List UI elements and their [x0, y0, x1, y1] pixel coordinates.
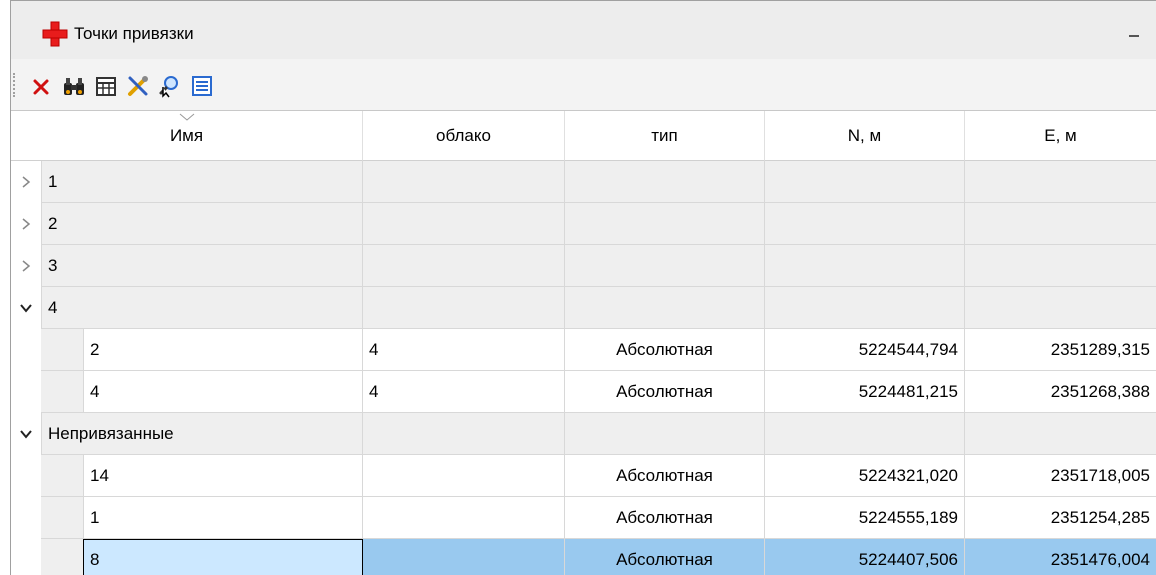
- cell-e[interactable]: 2351476,004: [965, 539, 1156, 575]
- group-cell: [965, 413, 1156, 455]
- cell-cloud[interactable]: [363, 497, 565, 539]
- group-row[interactable]: 1: [11, 161, 1156, 203]
- row-indent: [41, 455, 83, 497]
- chevron-right-icon[interactable]: [11, 203, 41, 245]
- cell-type[interactable]: Абсолютная: [565, 539, 765, 575]
- cell-name[interactable]: 14: [83, 455, 363, 497]
- group-cell: [363, 287, 565, 329]
- table-row[interactable]: 4 4 Абсолютная 5224481,215 2351268,388: [11, 371, 1156, 413]
- anchor-points-panel: Точки привязки Имя облако тип N, м E, м …: [10, 0, 1156, 575]
- panel-title: Точки привязки: [74, 24, 194, 43]
- chevron-right-icon[interactable]: [11, 161, 41, 203]
- column-header-type[interactable]: тип: [565, 111, 765, 161]
- panel-header: Точки привязки: [11, 1, 1156, 59]
- binoculars-icon[interactable]: [61, 73, 87, 99]
- column-header-e[interactable]: E, м: [965, 111, 1156, 161]
- cell-n[interactable]: 5224555,189: [765, 497, 965, 539]
- table-icon[interactable]: [93, 73, 119, 99]
- group-cell: [765, 413, 965, 455]
- group-label: Непривязанные: [41, 413, 363, 455]
- group-cell: [965, 203, 1156, 245]
- sort-indicator-icon: [179, 113, 194, 121]
- cell-name[interactable]: 4: [83, 371, 363, 413]
- group-cell: [965, 161, 1156, 203]
- cell-type[interactable]: Абсолютная: [565, 329, 765, 371]
- cell-cloud[interactable]: [363, 539, 565, 575]
- group-cell: [363, 413, 565, 455]
- list-icon[interactable]: [189, 73, 215, 99]
- toolbar: [11, 59, 1156, 111]
- cell-type[interactable]: Абсолютная: [565, 371, 765, 413]
- cell-cloud[interactable]: [363, 455, 565, 497]
- cell-n[interactable]: 5224407,506: [765, 539, 965, 575]
- group-cell: [363, 161, 565, 203]
- group-cell: [363, 245, 565, 287]
- cell-n[interactable]: 5224321,020: [765, 455, 965, 497]
- table-row[interactable]: 1 Абсолютная 5224555,189 2351254,285: [11, 497, 1156, 539]
- cell-cloud[interactable]: 4: [363, 329, 565, 371]
- group-cell: [765, 203, 965, 245]
- cell-type[interactable]: Абсолютная: [565, 497, 765, 539]
- group-cell: [363, 203, 565, 245]
- cell-e[interactable]: 2351718,005: [965, 455, 1156, 497]
- group-row[interactable]: Непривязанные: [11, 413, 1156, 455]
- group-cell: [765, 161, 965, 203]
- group-row[interactable]: 4: [11, 287, 1156, 329]
- group-label: 4: [41, 287, 363, 329]
- group-label: 3: [41, 245, 363, 287]
- cell-name[interactable]: 1: [83, 497, 363, 539]
- row-indent: [41, 371, 83, 413]
- chevron-right-icon[interactable]: [11, 245, 41, 287]
- chevron-down-icon[interactable]: [11, 413, 41, 455]
- tools-icon[interactable]: [125, 73, 151, 99]
- group-cell: [765, 245, 965, 287]
- group-cell: [565, 245, 765, 287]
- cell-e[interactable]: 2351289,315: [965, 329, 1156, 371]
- cell-e[interactable]: 2351254,285: [965, 497, 1156, 539]
- cell-type[interactable]: Абсолютная: [565, 455, 765, 497]
- cell-name[interactable]: 2: [83, 329, 363, 371]
- toolbar-grip[interactable]: [13, 73, 15, 97]
- group-cell: [565, 203, 765, 245]
- chevron-down-icon[interactable]: [11, 287, 41, 329]
- minimize-button[interactable]: [1120, 19, 1148, 47]
- zoom-to-icon[interactable]: [157, 73, 183, 99]
- column-header-name[interactable]: Имя: [11, 111, 363, 161]
- cell-n[interactable]: 5224544,794: [765, 329, 965, 371]
- row-indent: [41, 539, 83, 575]
- group-cell: [565, 413, 765, 455]
- group-label: 2: [41, 203, 363, 245]
- table-row[interactable]: 2 4 Абсолютная 5224544,794 2351289,315: [11, 329, 1156, 371]
- group-cell: [765, 287, 965, 329]
- red-cross-icon: [42, 21, 68, 47]
- delete-icon[interactable]: [29, 73, 55, 99]
- table-row-selected[interactable]: 8 Абсолютная 5224407,506 2351476,004: [11, 539, 1156, 575]
- group-cell: [965, 287, 1156, 329]
- group-cell: [565, 161, 765, 203]
- cell-e[interactable]: 2351268,388: [965, 371, 1156, 413]
- group-row[interactable]: 2: [11, 203, 1156, 245]
- cell-n[interactable]: 5224481,215: [765, 371, 965, 413]
- group-label: 1: [41, 161, 363, 203]
- column-header-cloud[interactable]: облако: [363, 111, 565, 161]
- row-indent: [41, 329, 83, 371]
- table-row[interactable]: 14 Абсолютная 5224321,020 2351718,005: [11, 455, 1156, 497]
- row-indent: [41, 497, 83, 539]
- cell-name[interactable]: 8: [83, 539, 363, 575]
- column-header-n[interactable]: N, м: [765, 111, 965, 161]
- cell-cloud[interactable]: 4: [363, 371, 565, 413]
- group-row[interactable]: 3: [11, 245, 1156, 287]
- group-cell: [565, 287, 765, 329]
- group-cell: [965, 245, 1156, 287]
